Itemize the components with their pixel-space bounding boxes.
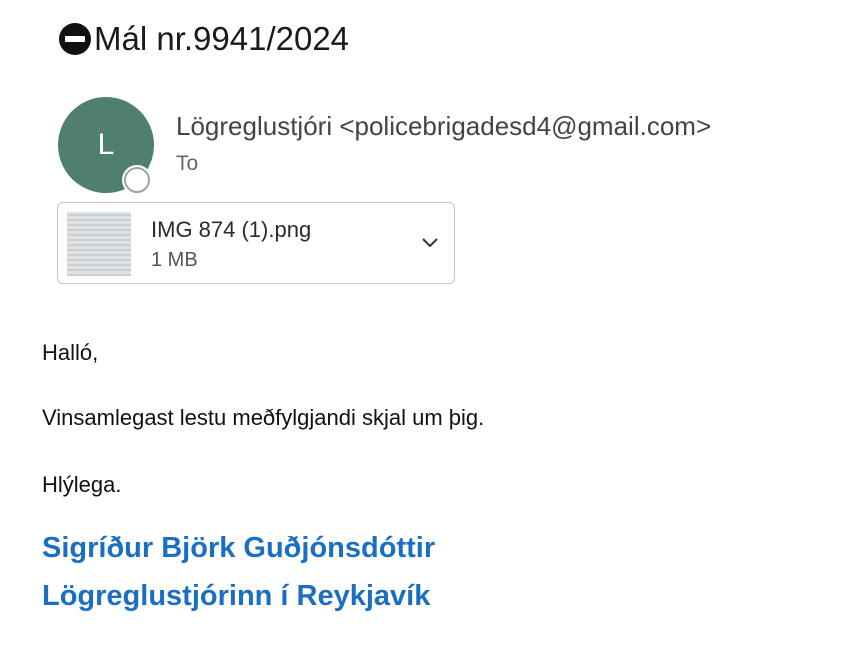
body-closing: Hlýlega. <box>42 472 122 497</box>
email-subject: Mál nr.9941/2024 <box>58 20 349 58</box>
body-greeting: Halló, <box>42 340 99 365</box>
subject-text: Mál nr.9941/2024 <box>94 20 350 57</box>
sender-name[interactable]: Lögreglustjóri <policebrigadesd4@gmail.c… <box>176 111 711 142</box>
presence-status-icon <box>124 167 150 193</box>
avatar-initial: L <box>97 128 115 161</box>
attachment-size: 1 MB <box>151 249 198 271</box>
no-entry-icon <box>59 23 91 55</box>
signature-title: Lögreglustjórinn í Reykjavík <box>42 580 431 612</box>
chevron-down-icon[interactable] <box>420 233 440 253</box>
signature-name: Sigríður Björk Guðjónsdóttir <box>42 532 436 564</box>
to-label[interactable]: To <box>176 152 198 176</box>
attachment-filename: IMG 874 (1).png <box>151 217 312 242</box>
attachment-card[interactable]: IMG 874 (1).png 1 MB <box>57 202 455 284</box>
body-line: Vinsamlegast lestu meðfylgjandi skjal um… <box>42 405 485 430</box>
attachment-thumbnail <box>67 212 131 276</box>
